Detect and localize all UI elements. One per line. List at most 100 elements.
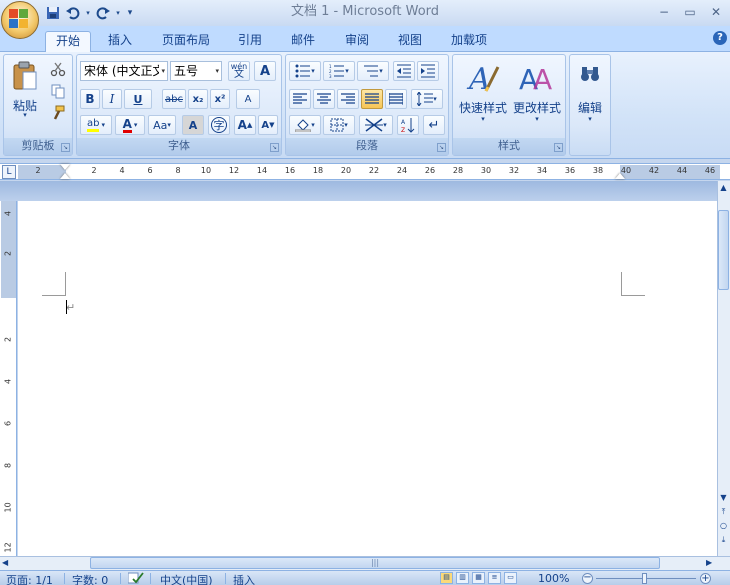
show-hide-marks-button[interactable]: ↵ [423,115,445,135]
font-size-combo[interactable]: 五号 ▾ [170,61,222,81]
multilevel-list-button[interactable]: ▾ [357,61,389,81]
horizontal-ruler[interactable]: L 2 2 4 6 8 10 12 14 16 18 20 22 24 26 28 30 32 34 36 38 40 4… [0,163,730,180]
align-left-button[interactable] [289,89,311,109]
subscript-button[interactable]: x₂ [188,89,208,109]
clear-formatting-button[interactable]: A [236,89,260,109]
format-painter-icon[interactable] [50,105,68,121]
line-spacing-button[interactable]: ▾ [411,89,443,109]
save-icon[interactable] [44,4,62,22]
change-case-button[interactable]: Aa ▾ [148,115,176,135]
editing-button[interactable]: 编辑 ▾ [572,59,608,133]
minimize-button[interactable]: − [654,3,674,21]
tab-view[interactable]: 视图 [390,31,430,52]
align-right-button[interactable] [337,89,359,109]
styles-launcher-icon[interactable]: ↘ [554,143,563,152]
increase-indent-button[interactable] [417,61,439,81]
undo-icon[interactable] [64,4,82,22]
shading-button[interactable]: ▾ [289,115,321,135]
paragraph-launcher-icon[interactable]: ↘ [437,143,446,152]
close-button[interactable]: ✕ [706,3,726,21]
decrease-indent-button[interactable] [393,61,415,81]
clipboard-launcher-icon[interactable]: ↘ [61,143,70,152]
phonetic-guide-button[interactable]: wén 文 [228,61,250,81]
paste-dropdown-icon[interactable]: ▾ [9,111,41,119]
quick-styles-button[interactable]: A 快速样式 ▾ [456,59,510,133]
cut-icon[interactable] [50,61,68,77]
scroll-down-icon[interactable]: ▼ [718,491,729,504]
proofing-icon[interactable] [127,572,144,585]
highlight-dropdown-icon: ▾ [101,121,105,129]
zoom-slider-thumb[interactable] [642,573,647,584]
zoom-in-icon[interactable]: + [700,573,711,584]
previous-page-icon[interactable]: ⤒ [718,505,729,518]
undo-dropdown-icon[interactable]: ▾ [84,4,92,22]
grow-font-button[interactable]: A ▲ [234,115,256,135]
status-separator [225,573,226,584]
horizontal-scroll-thumb[interactable]: ||| [90,557,660,569]
font-size-dropdown-icon[interactable]: ▾ [215,62,219,80]
select-browse-object-icon[interactable]: ○ [718,519,729,532]
zoom-level[interactable]: 100% [538,572,569,585]
numbering-icon: 123 [329,64,345,78]
help-icon[interactable]: ? [713,31,727,45]
next-page-icon[interactable]: ⤓ [718,533,729,546]
scroll-right-icon[interactable]: ▶ [706,558,716,568]
scroll-up-icon[interactable]: ▲ [718,181,729,194]
tab-mailings[interactable]: 邮件 [283,31,323,52]
tab-review[interactable]: 审阅 [337,31,377,52]
font-name-combo[interactable]: 宋体 (中文正文 ▾ [80,61,168,81]
page-count[interactable]: 页面: 1/1 [6,572,53,585]
full-screen-reading-view-icon[interactable]: ▥ [456,572,469,584]
character-shading-button[interactable]: A [182,115,204,135]
language-indicator[interactable]: 中文(中国) [160,572,213,585]
bullets-button[interactable]: ▾ [289,61,321,81]
justify-button[interactable] [361,89,383,109]
web-layout-view-icon[interactable]: ▦ [472,572,485,584]
tab-add-ins[interactable]: 加载项 [444,31,494,52]
sort-button[interactable]: AZ [397,115,419,135]
first-line-indent-marker[interactable] [60,164,70,170]
print-layout-view-icon[interactable]: ▤ [440,572,453,584]
underline-button[interactable]: U [124,89,152,109]
draft-view-icon[interactable]: ▭ [504,572,517,584]
chinese-layout-button[interactable]: ▾ [359,115,393,135]
restore-button[interactable]: ▭ [680,3,700,21]
zoom-out-icon[interactable]: − [582,573,593,584]
word-count[interactable]: 字数: 0 [72,572,108,585]
tab-page-layout[interactable]: 页面布局 [154,31,218,52]
paste-button[interactable]: 粘贴 ▾ [9,59,41,121]
change-styles-button[interactable]: A A 更改样式 ▾ [510,59,564,133]
insert-mode-indicator[interactable]: 插入 [233,572,255,585]
superscript-button[interactable]: x² [210,89,230,109]
font-name-dropdown-icon[interactable]: ▾ [159,62,165,80]
borders-button[interactable]: ▾ [323,115,355,135]
shrink-font-button[interactable]: A ▼ [258,115,278,135]
tab-home[interactable]: 开始 [45,31,91,53]
enclose-characters-button[interactable]: 字 [208,115,230,135]
line-spacing-dropdown-icon: ▾ [433,95,437,103]
numbering-button[interactable]: 1 2 3 ▾ [323,61,355,81]
tab-references[interactable]: 引用 [230,31,270,52]
outline-view-icon[interactable]: ≡ [488,572,501,584]
document-page[interactable] [18,201,717,556]
italic-button[interactable]: I [102,89,122,109]
copy-icon[interactable] [50,83,68,99]
highlight-color-button[interactable]: ab ▾ [80,115,112,135]
redo-icon[interactable] [94,4,112,22]
font-launcher-icon[interactable]: ↘ [270,143,279,152]
tab-selector-button[interactable]: L [2,165,16,179]
change-styles-dropdown-icon: ▾ [535,115,539,123]
scroll-left-icon[interactable]: ◀ [2,558,12,568]
vertical-ruler-tick-label: 4 [3,210,13,217]
character-border-button[interactable]: A [254,61,276,81]
strikethrough-button[interactable]: abc [162,89,186,109]
tab-insert[interactable]: 插入 [100,31,140,52]
hanging-indent-marker[interactable] [60,173,70,179]
customize-qat-icon[interactable]: ▾ [124,4,136,22]
font-color-button[interactable]: A ▾ [115,115,145,135]
bold-button[interactable]: B [80,89,100,109]
vertical-scroll-thumb[interactable] [718,210,729,290]
redo-dropdown-icon[interactable]: ▾ [114,4,122,22]
align-center-button[interactable] [313,89,335,109]
distributed-button[interactable] [385,89,407,109]
